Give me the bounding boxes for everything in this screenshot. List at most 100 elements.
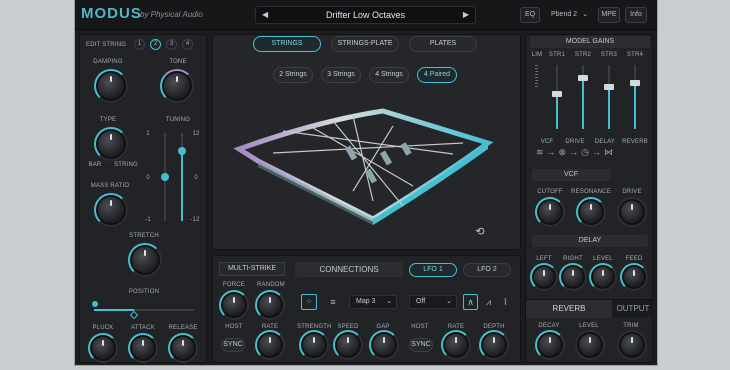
coarse-tuning-handle[interactable]	[178, 147, 186, 155]
tab-reverb[interactable]: REVERB	[526, 300, 612, 318]
map-select[interactable]: Map 3 ⌄	[349, 295, 397, 309]
gain-label-str3: STR3	[600, 52, 618, 58]
rate-knob[interactable]	[255, 330, 285, 360]
str2-fader-fill	[582, 77, 584, 129]
drive-icon[interactable]: ⊗	[559, 147, 570, 157]
mpe-button[interactable]: MPE	[598, 7, 620, 23]
chevron-down-icon: ⌄	[446, 298, 452, 305]
string-2-button[interactable]: 2	[150, 39, 161, 50]
app-subtitle: by Physical Audio	[140, 10, 203, 19]
mass-ratio-label: MASS RATIO	[90, 183, 130, 189]
cutoff-label: CUTOFF	[537, 189, 563, 195]
lfo-host-label: HOST	[411, 324, 429, 330]
lfo-sync-button[interactable]: SYNC	[409, 338, 433, 352]
stretch-knob[interactable]	[128, 243, 162, 277]
multi-strike-button[interactable]: MULTI-STRIKE	[219, 262, 285, 276]
delay-left-knob[interactable]	[530, 263, 558, 291]
tab-plates[interactable]: PLATES	[409, 36, 477, 52]
pluck-knob[interactable]	[88, 333, 118, 363]
chain-label-reverb: REVERB	[622, 139, 648, 145]
force-knob[interactable]	[219, 290, 249, 320]
mass-ratio-knob[interactable]	[94, 193, 128, 227]
str3-fader-fill	[608, 87, 610, 129]
release-label: RELEASE	[168, 325, 198, 331]
lfo-mode-value: Off	[416, 298, 426, 305]
variant-4-strings[interactable]: 4 Strings	[369, 67, 409, 83]
chain-label-delay: DELAY	[594, 139, 616, 145]
plugin-window: MODUS by Physical Audio ◀ Drifter Low Oc…	[75, 0, 657, 365]
reverb-decay-knob[interactable]	[535, 330, 565, 360]
type-knob[interactable]	[94, 127, 128, 161]
string-3-button[interactable]: 3	[166, 39, 177, 50]
rotate-view-icon[interactable]: ⟲	[473, 225, 487, 239]
lfo-mode-select[interactable]: Off ⌄	[409, 295, 457, 309]
tuning-scale-right-bottom: -12	[190, 217, 200, 223]
resonance-knob[interactable]	[576, 197, 606, 227]
tab-strings[interactable]: STRINGS	[253, 36, 321, 52]
attack-knob[interactable]	[128, 333, 158, 363]
info-button[interactable]: Info	[625, 7, 647, 23]
instance-selector[interactable]: Pbend 2 ⌄	[545, 7, 593, 23]
resonance-label: RESONANCE	[571, 189, 611, 195]
stretch-label: STRETCH	[129, 233, 159, 239]
release-knob[interactable]	[168, 333, 198, 363]
host-label: HOST	[225, 324, 243, 330]
lfo1-tab[interactable]: LFO 1	[409, 263, 457, 277]
gain-label-str2: STR2	[574, 52, 592, 58]
node-icon[interactable]: ⁘	[301, 294, 317, 310]
random-label: RANDOM	[257, 282, 285, 288]
lfo2-tab[interactable]: LFO 2	[463, 263, 511, 277]
fine-tuning-handle[interactable]	[161, 173, 169, 181]
tone-label: TONE	[169, 59, 187, 65]
preset-selector[interactable]: ◀ Drifter Low Octaves ▶	[255, 6, 476, 24]
damping-knob[interactable]	[94, 69, 128, 103]
cutoff-knob[interactable]	[535, 197, 565, 227]
reverb-level-knob[interactable]	[575, 330, 605, 360]
lfo-depth-knob[interactable]	[479, 330, 509, 360]
vcf-wave-icon[interactable]: ≋	[536, 147, 547, 157]
sync-button[interactable]: SYNC	[221, 338, 245, 352]
trim-knob[interactable]	[617, 330, 647, 360]
ramp-wave-icon[interactable]: ⩘	[481, 294, 496, 310]
tone-knob[interactable]	[160, 69, 194, 103]
lfo-rate-knob[interactable]	[441, 330, 471, 360]
gain-label-str4: STR4	[626, 52, 644, 58]
excitation-panel: MULTI-STRIKE FORCE RANDOM HOST RATE SYNC…	[212, 255, 521, 363]
triangle-wave-icon[interactable]: ∧	[463, 294, 478, 310]
tab-output[interactable]: OUTPUT	[612, 300, 654, 318]
str1-fader-cap[interactable]	[552, 90, 562, 97]
gain-label-str1: STR1	[548, 52, 566, 58]
eq-button[interactable]: EQ	[520, 7, 540, 23]
damping-label: DAMPING	[93, 59, 123, 65]
variant-4-paired[interactable]: 4 Paired	[417, 67, 457, 83]
str4-fader-cap[interactable]	[630, 79, 640, 86]
position-label: POSITION	[128, 289, 160, 295]
str2-fader-cap[interactable]	[578, 74, 588, 81]
app-logo: MODUS	[81, 5, 142, 22]
variant-2-strings[interactable]: 2 Strings	[273, 67, 313, 83]
variant-3-strings[interactable]: 3 Strings	[321, 67, 361, 83]
reverb-icon[interactable]: ⋈	[604, 147, 616, 157]
vcf-drive-knob[interactable]	[617, 197, 647, 227]
chevron-down-icon: ⌄	[386, 298, 392, 305]
tab-strings-plate[interactable]: STRINGS-PLATE	[331, 36, 399, 52]
speed-knob[interactable]	[333, 330, 363, 360]
position-handle[interactable]	[129, 310, 139, 320]
clock-icon[interactable]: ◷	[581, 147, 592, 157]
delay-level-knob[interactable]	[589, 263, 617, 291]
string-4-button[interactable]: 4	[182, 39, 193, 50]
strength-knob[interactable]	[299, 330, 329, 360]
fx-chain-icons[interactable]: ≋→⊗→◷→⋈	[536, 147, 650, 161]
delay-feed-knob[interactable]	[620, 263, 648, 291]
string-1-button[interactable]: 1	[134, 39, 145, 50]
random-wave-icon[interactable]: ⌇	[498, 294, 513, 310]
model-view-panel: STRINGS STRINGS-PLATE PLATES 2 Strings 3…	[212, 34, 521, 250]
coarse-tuning-fill	[181, 151, 183, 221]
gap-knob[interactable]	[369, 330, 399, 360]
list-icon[interactable]: ≡	[325, 294, 341, 310]
str3-fader-cap[interactable]	[604, 84, 614, 91]
delay-right-knob[interactable]	[559, 263, 587, 291]
position-start-marker[interactable]	[92, 301, 98, 307]
right-triangle-icon[interactable]: ▶	[463, 10, 469, 19]
random-knob[interactable]	[255, 290, 285, 320]
